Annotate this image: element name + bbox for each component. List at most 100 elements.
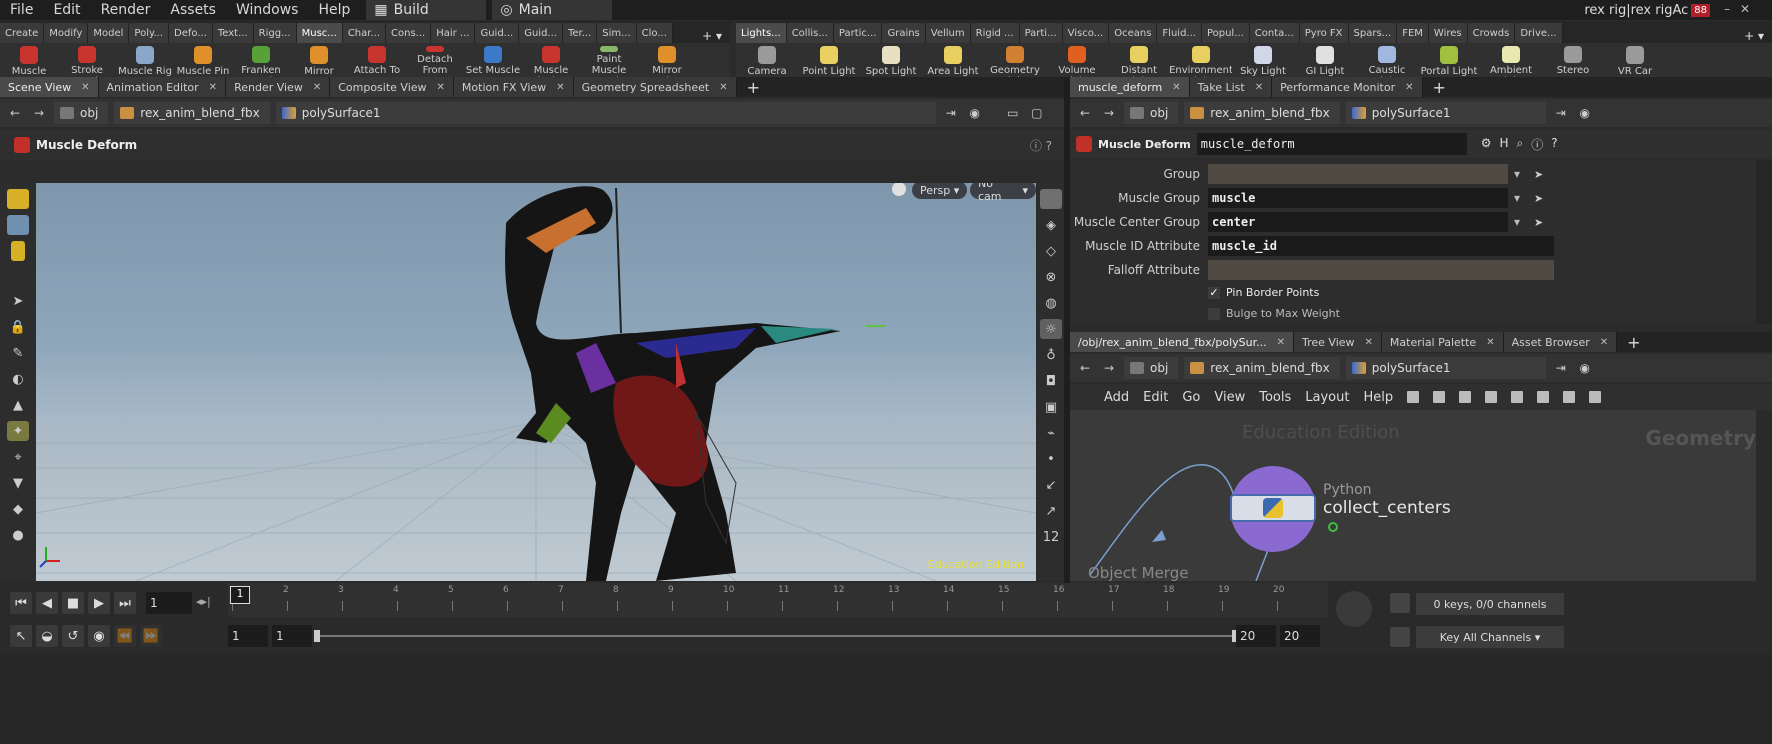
lock-icon[interactable]: 🔒 [7,317,29,337]
shelf-tab[interactable]: Char... [342,23,387,43]
jump-end-icon[interactable]: ⏭ [114,592,136,614]
breadcrumb-poly[interactable]: polySurface1 [275,102,936,124]
jump-start-icon[interactable]: ⏮ [10,592,32,614]
param-field[interactable]: muscle [1208,188,1508,208]
shelf-tab[interactable]: Poly... [129,23,170,43]
close-icon[interactable]: ✕ [1600,337,1608,348]
info-icon[interactable]: ⓘ [1531,136,1543,153]
shelf-tab[interactable]: Clo... [636,23,673,43]
start-frame-field[interactable]: 1 [228,625,268,647]
shelf-tab[interactable]: Popul... [1201,23,1250,43]
shelf-tab[interactable]: Grains [882,23,926,43]
shelf-tab[interactable]: Musc... [296,23,343,43]
sphere-icon[interactable]: ● [7,525,29,545]
pane-tab[interactable]: Material Palette ✕ [1381,332,1504,352]
shelf-tab[interactable]: Sim... [597,23,637,43]
add-tab-icon[interactable]: + [1423,78,1456,97]
range-slider-track[interactable] [316,635,1236,637]
add-tab-icon[interactable]: + [1617,333,1650,352]
prev-key-icon[interactable]: ⏪ [114,625,136,647]
menu-file[interactable]: File [0,2,43,18]
pane-tab[interactable]: muscle_deform ✕ [1070,77,1190,97]
shelf-tab[interactable]: Pyro FX [1299,23,1349,43]
keys-icon[interactable] [1390,593,1410,613]
play-reverse-icon[interactable]: ◀ [36,592,58,614]
close-icon[interactable]: ✕ [556,82,564,93]
add-tab-icon[interactable]: + [737,78,770,97]
normal-icon[interactable]: ⌁ [1040,423,1062,443]
network-menu-item[interactable]: Edit [1143,390,1168,405]
pane-tab[interactable]: Composite View ✕ [330,77,454,97]
shelf-tab[interactable]: Parti... [1019,23,1063,43]
range-slider-start[interactable] [314,630,320,642]
menu-assets[interactable]: Assets [160,2,226,18]
range-start-field[interactable]: 1 [272,625,312,647]
table-icon[interactable] [1511,391,1524,403]
wire-icon[interactable]: ◇ [1040,241,1062,261]
forward-icon[interactable]: → [1100,359,1118,377]
shelf-tab[interactable]: Spars... [1348,23,1398,43]
play-icon[interactable]: ▶ [88,592,110,614]
pane-tab[interactable]: Animation Editor ✕ [98,77,227,97]
dropdown-icon[interactable]: ▾ [1514,167,1520,181]
breadcrumb-obj[interactable]: obj [54,102,109,124]
pin-icon[interactable]: ⇥ [1552,104,1570,122]
maximize-icon[interactable]: ▢ [1028,104,1046,122]
shelf-tab[interactable]: Defo... [169,23,213,43]
tool-icon[interactable]: ▲ [7,395,29,415]
list-icon[interactable] [1459,391,1472,403]
gear-icon[interactable]: ⚙ [1481,136,1492,153]
ghost-icon[interactable]: ◈ [1040,215,1062,235]
node-name-field[interactable]: muscle_deform [1196,133,1467,155]
snapshot-icon[interactable]: ▣ [1040,397,1062,417]
menu-help[interactable]: Help [308,2,360,18]
shelf-tab[interactable]: Wires [1428,23,1468,43]
note-icon[interactable] [1563,391,1576,403]
h-icon[interactable]: H [1500,136,1509,153]
image-icon[interactable] [1537,391,1550,403]
menu-edit[interactable]: Edit [43,2,90,18]
node-flag-icon[interactable] [1328,522,1338,532]
scene-viewport[interactable]: Persp ▾ No cam ▾ Education Edition [36,183,1036,581]
wrench-icon[interactable] [1407,391,1420,403]
breadcrumb-obj[interactable]: obj [1124,102,1179,124]
shelf-tab[interactable]: Ter... [562,23,598,43]
pose-icon[interactable]: ▼ [7,473,29,493]
close-icon[interactable]: ✕ [719,82,727,93]
close-icon[interactable]: ✕ [1277,337,1285,348]
breadcrumb-rex[interactable]: rex_anim_blend_fbx [1184,357,1340,379]
shelf-tab[interactable]: Fluid... [1157,23,1202,43]
stop-icon[interactable]: ■ [62,592,84,614]
close-icon[interactable]: ✕ [313,82,321,93]
playhead[interactable]: 1 [230,586,250,604]
dropdown-icon[interactable]: ▾ [1514,215,1520,229]
range-end-field[interactable]: 20 [1236,625,1276,647]
close-icon[interactable]: ✕ [1486,337,1494,348]
param-field[interactable] [1208,164,1508,184]
shelf-tab[interactable]: Cons... [386,23,432,43]
camera-icon[interactable]: ◘ [1040,371,1062,391]
network-menu-item[interactable]: View [1214,390,1245,405]
network-menu-item[interactable]: Tools [1259,390,1291,405]
pane-tab[interactable]: Render View ✕ [226,77,331,97]
xray-icon[interactable]: ⊗ [1040,267,1062,287]
link-icon[interactable]: ◉ [966,104,984,122]
brush-icon[interactable]: ◆ [7,499,29,519]
shelf-tab[interactable]: Modify [44,23,89,43]
pane-tab[interactable]: /obj/rex_anim_blend_fbx/polySur... ✕ [1070,332,1294,352]
shelf-tab[interactable]: FEM [1397,23,1429,43]
shelf-tab[interactable]: Create [0,23,45,43]
param-field[interactable]: muscle_id [1208,236,1554,256]
pane-tab[interactable]: Motion FX View ✕ [453,77,574,97]
breadcrumb-rex[interactable]: rex_anim_blend_fbx [1184,102,1340,124]
breadcrumb-poly[interactable]: polySurface1 [1345,357,1546,379]
help-icon[interactable]: ⓘ ? [1030,137,1052,154]
snap-icon[interactable]: ⌖ [7,447,29,467]
network-scrollbar[interactable] [1756,410,1772,581]
timeline-ruler[interactable]: 2 3 4 5 6 7 8 9 10 11 12 13 14 15 16 17 18 19 20 [228,583,1328,617]
param-scrollbar[interactable] [1756,160,1772,324]
param-field[interactable] [1208,260,1554,280]
grid-icon[interactable] [1485,391,1498,403]
select-arrow-icon[interactable]: ➤ [1534,168,1543,181]
desktop-selector[interactable]: ▦ Build [366,0,487,20]
